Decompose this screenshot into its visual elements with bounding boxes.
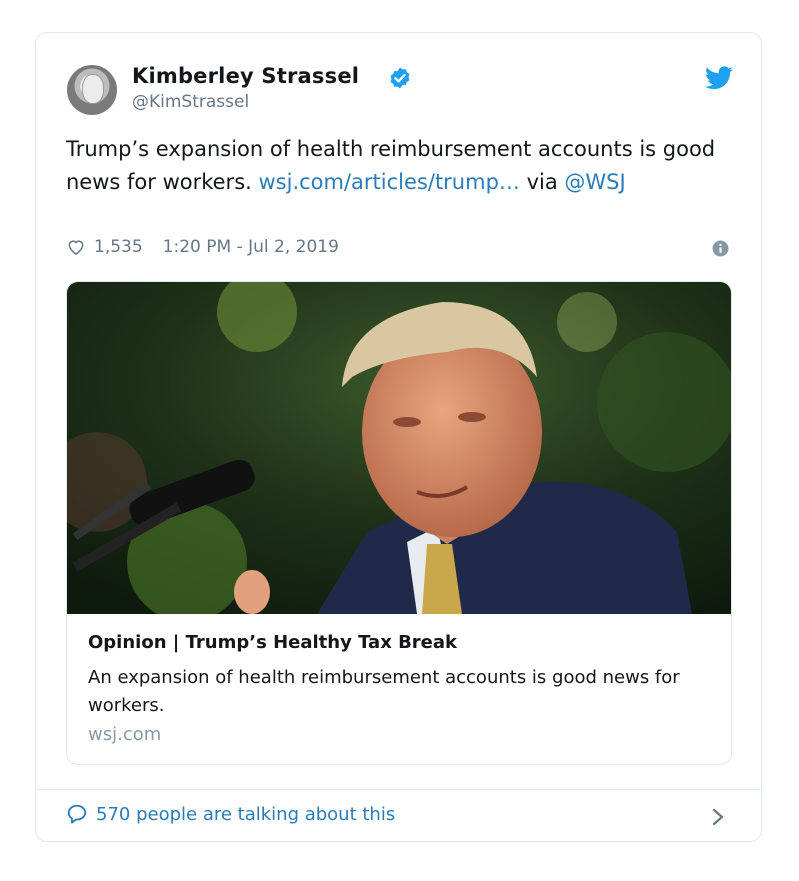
author-name[interactable]: Kimberley Strassel [132, 64, 359, 88]
tweet-text: Trump’s expansion of health reimbursemen… [66, 133, 736, 199]
via-text: via [526, 170, 558, 194]
article-photo [67, 282, 731, 614]
tweet-timestamp[interactable]: 1:20 PM - Jul 2, 2019 [163, 237, 339, 257]
article-title[interactable]: Opinion | Trump’s Healthy Tax Break [88, 632, 457, 653]
author-avatar[interactable] [67, 65, 117, 115]
talking-count-text[interactable]: 570 people are talking about this [96, 804, 395, 825]
tweet-embed-card: Kimberley Strassel @KimStrassel Trump’s … [35, 32, 762, 842]
tweet-meta: 1,535 1:20 PM - Jul 2, 2019 [66, 237, 339, 257]
article-preview-card[interactable]: Opinion | Trump’s Healthy Tax Break An e… [66, 281, 732, 765]
verified-badge-icon [390, 67, 410, 89]
article-link[interactable]: wsj.com/articles/trump… [259, 170, 520, 194]
speech-bubble-icon [67, 804, 87, 824]
twitter-bird-icon[interactable] [705, 66, 733, 90]
article-description: An expansion of health reimbursement acc… [88, 667, 680, 716]
wsj-mention-link[interactable]: @WSJ [564, 170, 625, 194]
footer-divider [36, 789, 761, 790]
author-handle[interactable]: @KimStrassel [132, 92, 249, 112]
like-count[interactable]: 1,535 [94, 237, 143, 257]
info-icon[interactable] [712, 240, 729, 257]
article-domain: wsj.com [88, 724, 162, 745]
heart-icon[interactable] [66, 237, 86, 257]
conversation-link[interactable]: 570 people are talking about this [66, 803, 395, 825]
chevron-right-icon[interactable] [711, 807, 725, 827]
